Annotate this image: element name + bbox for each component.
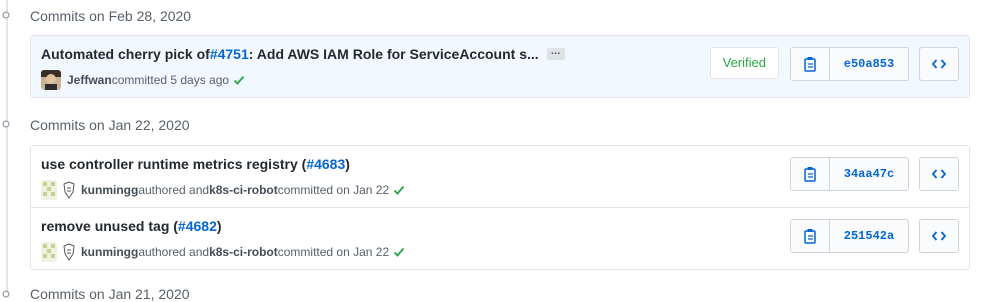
check-icon[interactable]: [393, 246, 405, 258]
check-icon[interactable]: [233, 74, 245, 86]
commit-committer[interactable]: k8s-ci-robot: [209, 183, 278, 197]
commit-meta-text: authored and: [138, 183, 210, 197]
sha-button-group: e50a853: [790, 47, 909, 81]
commit-title-text[interactable]: remove unused tag (: [41, 218, 178, 234]
clippy-icon[interactable]: [791, 158, 830, 190]
timeline-commit-icon: [1, 119, 11, 129]
commit-title-text[interactable]: ): [345, 156, 350, 172]
commit-title-text[interactable]: use controller runtime metrics registry …: [41, 156, 306, 172]
issue-link[interactable]: #4682: [178, 218, 217, 234]
commit-author[interactable]: kunmingg: [81, 183, 138, 197]
code-icon[interactable]: [919, 47, 959, 81]
commit-title[interactable]: Automated cherry pick of #4751: Add AWS …: [41, 46, 565, 62]
group-title: Commits on Feb 28, 2020: [30, 8, 192, 24]
commit-title[interactable]: remove unused tag (#4682): [41, 218, 222, 234]
commit-sha-link[interactable]: 251542a: [830, 220, 908, 252]
commit-title-text[interactable]: Automated cherry pick of: [41, 46, 210, 62]
timeline-commit-icon: [1, 289, 11, 299]
verified-badge[interactable]: Verified: [709, 47, 779, 79]
avatar[interactable]: [41, 180, 57, 200]
commit-meta: kunmingg authored and k8s-ci-robot commi…: [41, 180, 405, 200]
sha-button-group: 34aa47c: [790, 157, 909, 191]
issue-link[interactable]: #4683: [306, 156, 345, 172]
commit-committer[interactable]: k8s-ci-robot: [209, 245, 278, 259]
commit-time: committed on Jan 22: [277, 183, 390, 197]
avatar[interactable]: [61, 180, 77, 200]
commit-author[interactable]: Jeffwan: [67, 73, 112, 87]
timeline-line: [6, 0, 8, 295]
commit-author[interactable]: kunmingg: [81, 245, 138, 259]
commit-time: committed on Jan 22: [277, 245, 390, 259]
code-icon[interactable]: [919, 219, 959, 253]
avatar[interactable]: [61, 242, 77, 262]
commit-row: use controller runtime metrics registry …: [31, 146, 969, 208]
group-title: Commits on Jan 22, 2020: [30, 117, 190, 133]
commit-sha-link[interactable]: 34aa47c: [830, 158, 908, 190]
commit-row: Automated cherry pick of #4751: Add AWS …: [31, 36, 969, 97]
commit-title[interactable]: use controller runtime metrics registry …: [41, 156, 350, 172]
commit-list: Automated cherry pick of #4751: Add AWS …: [30, 35, 970, 98]
avatar[interactable]: [41, 70, 61, 90]
clippy-icon[interactable]: [791, 220, 830, 252]
timeline-commit-icon: [1, 10, 11, 20]
commit-meta-text: authored and: [138, 245, 210, 259]
commit-sha-link[interactable]: e50a853: [830, 48, 908, 80]
group-title: Commits on Jan 21, 2020: [30, 286, 190, 302]
code-icon[interactable]: [919, 157, 959, 191]
commit-meta: kunmingg authored and k8s-ci-robot commi…: [41, 242, 405, 262]
check-icon[interactable]: [393, 184, 405, 196]
commit-row: remove unused tag (#4682) kunmingg autho…: [31, 208, 969, 269]
issue-link[interactable]: #4751: [210, 46, 249, 62]
sha-button-group: 251542a: [790, 219, 909, 253]
commit-title-text[interactable]: : Add AWS IAM Role for ServiceAccount s.…: [249, 46, 539, 62]
commit-list: use controller runtime metrics registry …: [30, 145, 970, 270]
clippy-icon[interactable]: [791, 48, 830, 80]
commit-title-text[interactable]: ): [217, 218, 222, 234]
ellipsis-icon[interactable]: …: [546, 47, 565, 60]
avatar[interactable]: [41, 242, 57, 262]
commit-meta: Jeffwan committed 5 days ago: [41, 70, 245, 90]
commit-time: committed 5 days ago: [111, 73, 230, 87]
